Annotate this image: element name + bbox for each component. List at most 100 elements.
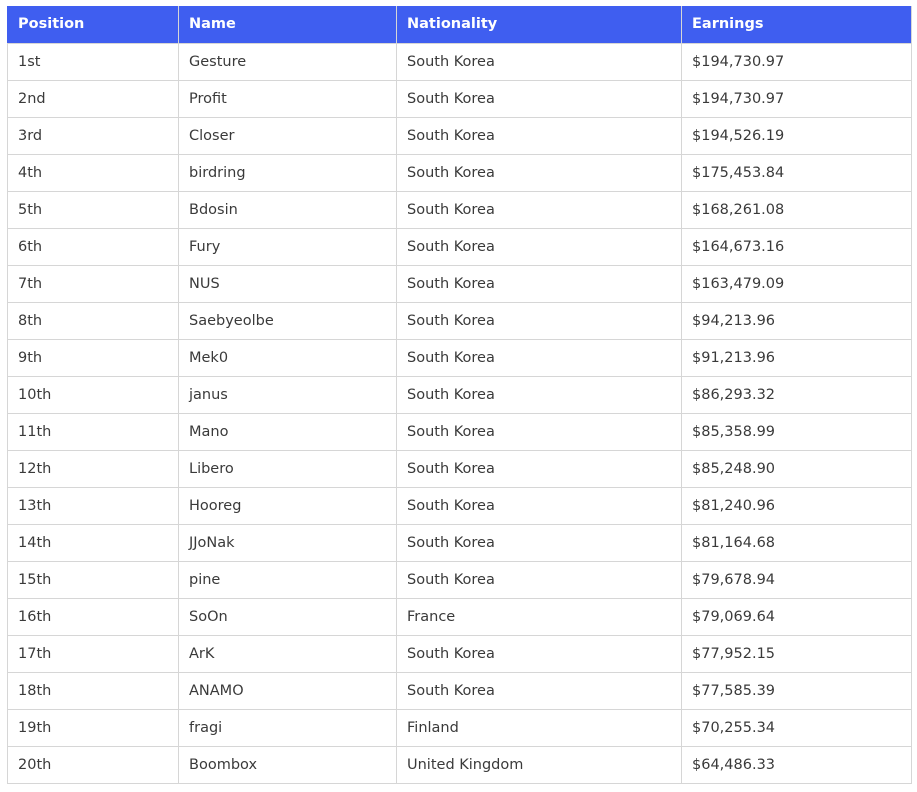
name-cell: SoOn	[178, 597, 397, 636]
name-cell: Mek0	[178, 338, 397, 377]
earnings-cell: $77,585.39	[681, 671, 912, 710]
earnings-cell: $163,479.09	[681, 264, 912, 303]
position-cell: 7th	[7, 264, 179, 303]
name-cell: Gesture	[178, 42, 397, 81]
header-position: Position	[7, 6, 179, 44]
nationality-cell: South Korea	[396, 227, 682, 266]
header-row: Position Name Nationality Earnings	[7, 6, 912, 44]
header-nationality: Nationality	[396, 6, 682, 44]
table-row: 15th pine South Korea $79,678.94	[7, 560, 912, 599]
nationality-cell: South Korea	[396, 560, 682, 599]
nationality-cell: Finland	[396, 708, 682, 747]
earnings-cell: $91,213.96	[681, 338, 912, 377]
name-cell: ArK	[178, 634, 397, 673]
nationality-cell: South Korea	[396, 42, 682, 81]
table-row: 19th fragi Finland $70,255.34	[7, 708, 912, 747]
name-cell: Profit	[178, 79, 397, 118]
earnings-cell: $194,730.97	[681, 79, 912, 118]
table-row: 10th janus South Korea $86,293.32	[7, 375, 912, 414]
table-row: 7th NUS South Korea $163,479.09	[7, 264, 912, 303]
table-row: 16th SoOn France $79,069.64	[7, 597, 912, 636]
earnings-cell: $81,240.96	[681, 486, 912, 525]
earnings-cell: $86,293.32	[681, 375, 912, 414]
position-cell: 5th	[7, 190, 179, 229]
position-cell: 8th	[7, 301, 179, 340]
name-cell: fragi	[178, 708, 397, 747]
name-cell: Fury	[178, 227, 397, 266]
nationality-cell: South Korea	[396, 153, 682, 192]
position-cell: 14th	[7, 523, 179, 562]
table-row: 8th Saebyeolbe South Korea $94,213.96	[7, 301, 912, 340]
table-row: 6th Fury South Korea $164,673.16	[7, 227, 912, 266]
name-cell: Saebyeolbe	[178, 301, 397, 340]
nationality-cell: South Korea	[396, 79, 682, 118]
table-row: 13th Hooreg South Korea $81,240.96	[7, 486, 912, 525]
earnings-cell: $70,255.34	[681, 708, 912, 747]
table-body: 1st Gesture South Korea $194,730.97 2nd Profi…	[7, 42, 912, 784]
table-header: Position Name Nationality Earnings	[7, 6, 912, 44]
nationality-cell: South Korea	[396, 116, 682, 155]
position-cell: 4th	[7, 153, 179, 192]
earnings-cell: $194,526.19	[681, 116, 912, 155]
nationality-cell: South Korea	[396, 264, 682, 303]
table-row: 20th Boombox United Kingdom $64,486.33	[7, 745, 912, 784]
nationality-cell: South Korea	[396, 523, 682, 562]
position-cell: 3rd	[7, 116, 179, 155]
table-row: 2nd Profit South Korea $194,730.97	[7, 79, 912, 118]
earnings-table: Position Name Nationality Earnings 1st Ge…	[7, 6, 912, 784]
table-row: 17th ArK South Korea $77,952.15	[7, 634, 912, 673]
position-cell: 1st	[7, 42, 179, 81]
table-row: 5th Bdosin South Korea $168,261.08	[7, 190, 912, 229]
position-cell: 6th	[7, 227, 179, 266]
earnings-cell: $194,730.97	[681, 42, 912, 81]
position-cell: 19th	[7, 708, 179, 747]
nationality-cell: South Korea	[396, 634, 682, 673]
name-cell: Closer	[178, 116, 397, 155]
name-cell: janus	[178, 375, 397, 414]
nationality-cell: South Korea	[396, 375, 682, 414]
name-cell: Libero	[178, 449, 397, 488]
nationality-cell: South Korea	[396, 412, 682, 451]
name-cell: JJoNak	[178, 523, 397, 562]
header-earnings: Earnings	[681, 6, 912, 44]
nationality-cell: United Kingdom	[396, 745, 682, 784]
nationality-cell: South Korea	[396, 301, 682, 340]
earnings-cell: $79,678.94	[681, 560, 912, 599]
table-row: 1st Gesture South Korea $194,730.97	[7, 42, 912, 81]
earnings-cell: $64,486.33	[681, 745, 912, 784]
earnings-cell: $85,358.99	[681, 412, 912, 451]
name-cell: pine	[178, 560, 397, 599]
position-cell: 18th	[7, 671, 179, 710]
position-cell: 2nd	[7, 79, 179, 118]
earnings-cell: $85,248.90	[681, 449, 912, 488]
nationality-cell: South Korea	[396, 486, 682, 525]
table-row: 14th JJoNak South Korea $81,164.68	[7, 523, 912, 562]
nationality-cell: South Korea	[396, 338, 682, 377]
table-row: 9th Mek0 South Korea $91,213.96	[7, 338, 912, 377]
name-cell: Hooreg	[178, 486, 397, 525]
name-cell: Boombox	[178, 745, 397, 784]
position-cell: 16th	[7, 597, 179, 636]
position-cell: 9th	[7, 338, 179, 377]
nationality-cell: South Korea	[396, 671, 682, 710]
nationality-cell: South Korea	[396, 190, 682, 229]
earnings-cell: $94,213.96	[681, 301, 912, 340]
earnings-cell: $164,673.16	[681, 227, 912, 266]
table-row: 4th birdring South Korea $175,453.84	[7, 153, 912, 192]
position-cell: 15th	[7, 560, 179, 599]
header-name: Name	[178, 6, 397, 44]
position-cell: 20th	[7, 745, 179, 784]
name-cell: NUS	[178, 264, 397, 303]
position-cell: 13th	[7, 486, 179, 525]
position-cell: 10th	[7, 375, 179, 414]
position-cell: 12th	[7, 449, 179, 488]
name-cell: birdring	[178, 153, 397, 192]
table-row: 12th Libero South Korea $85,248.90	[7, 449, 912, 488]
earnings-cell: $175,453.84	[681, 153, 912, 192]
earnings-cell: $77,952.15	[681, 634, 912, 673]
name-cell: Mano	[178, 412, 397, 451]
position-cell: 11th	[7, 412, 179, 451]
earnings-cell: $168,261.08	[681, 190, 912, 229]
earnings-cell: $79,069.64	[681, 597, 912, 636]
earnings-table-container: Position Name Nationality Earnings 1st Ge…	[7, 6, 912, 784]
